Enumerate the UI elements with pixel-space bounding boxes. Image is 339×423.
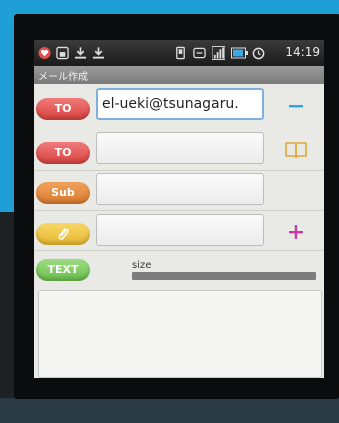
alarm-icon bbox=[252, 47, 265, 60]
subject-button-label: Sub bbox=[51, 186, 75, 199]
attachment-field[interactable] bbox=[96, 214, 264, 246]
text-button-label: TEXT bbox=[47, 263, 79, 276]
heart-notification-icon bbox=[38, 46, 51, 60]
background-bottom bbox=[0, 398, 339, 423]
to-button-1[interactable]: TO bbox=[36, 98, 90, 120]
battery-icon bbox=[231, 47, 248, 59]
lock-app-icon bbox=[56, 46, 69, 60]
to-button-2[interactable]: TO bbox=[36, 142, 90, 164]
address-book-icon[interactable] bbox=[282, 136, 310, 164]
attach-button[interactable] bbox=[36, 223, 90, 245]
to-field-1[interactable]: el-ueki@tsunagaru. bbox=[96, 88, 264, 120]
subject-button[interactable]: Sub bbox=[36, 182, 90, 204]
divider-1 bbox=[34, 170, 324, 171]
plus-icon[interactable] bbox=[282, 218, 310, 246]
screen-title: メール作成 bbox=[38, 72, 88, 83]
to-button-1-label: TO bbox=[54, 102, 72, 115]
title-bar: メール作成 bbox=[34, 66, 324, 84]
text-button[interactable]: TEXT bbox=[36, 259, 90, 281]
download-icon bbox=[74, 47, 87, 59]
to-button-2-label: TO bbox=[54, 146, 72, 159]
sync-icon bbox=[193, 47, 206, 59]
to-field-1-value: el-ueki@tsunagaru. bbox=[102, 96, 239, 112]
vibrate-icon bbox=[176, 46, 185, 60]
body-text-area[interactable] bbox=[38, 290, 322, 378]
paperclip-icon bbox=[58, 228, 69, 240]
subject-field[interactable] bbox=[96, 173, 264, 205]
size-label: size bbox=[132, 260, 152, 271]
divider-3 bbox=[34, 250, 324, 251]
size-bar bbox=[132, 272, 316, 280]
signal-icon bbox=[212, 46, 225, 60]
minus-icon[interactable] bbox=[282, 92, 310, 120]
to-field-2[interactable] bbox=[96, 132, 264, 164]
phone-screen: 14:19 メール作成 TO el-ueki@tsunagaru. TO Sub bbox=[34, 40, 324, 378]
divider-2 bbox=[34, 210, 324, 211]
status-time: 14:19 bbox=[285, 45, 320, 59]
background-blue-top bbox=[0, 0, 339, 14]
status-bar: 14:19 bbox=[34, 40, 324, 66]
download-icon bbox=[92, 47, 105, 59]
